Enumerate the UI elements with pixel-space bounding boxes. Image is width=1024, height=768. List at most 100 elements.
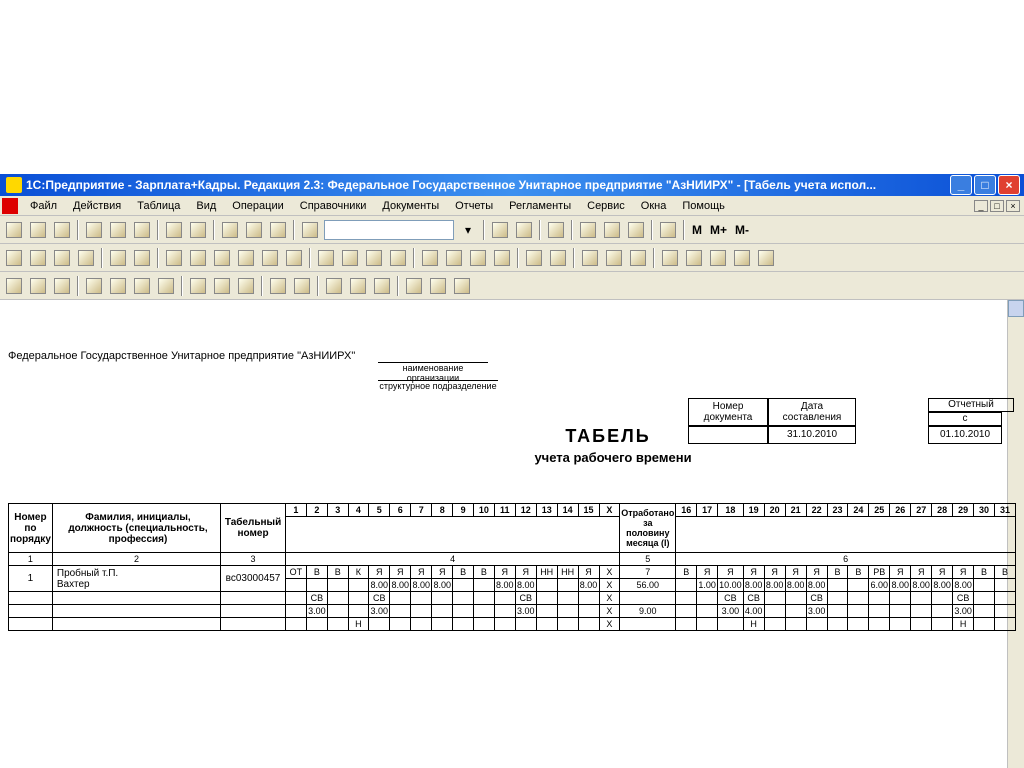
cell-day[interactable]: 3.00 (953, 605, 974, 618)
cell-day[interactable] (932, 605, 953, 618)
toolbar-button-tb2-8[interactable] (211, 247, 233, 269)
cell-day[interactable] (974, 579, 995, 592)
toolbar-button-tb2-28[interactable] (731, 247, 753, 269)
cell-day[interactable] (994, 605, 1015, 618)
toolbar-button-tb2-6[interactable] (163, 247, 185, 269)
toolbar-button-tb3-8[interactable] (211, 275, 233, 297)
cell-day[interactable]: СВ (953, 592, 974, 605)
toolbar-button-tb2-1[interactable] (27, 247, 49, 269)
cell-day[interactable]: Я (890, 566, 911, 579)
toolbar-button-tb2-23[interactable] (603, 247, 625, 269)
cell-day[interactable]: Я (390, 566, 411, 579)
cell-day[interactable] (494, 618, 515, 631)
cell-day[interactable] (890, 605, 911, 618)
cell-day[interactable] (390, 592, 411, 605)
cell-day[interactable] (911, 592, 932, 605)
cell-day[interactable] (327, 579, 348, 592)
cell-day[interactable] (473, 579, 494, 592)
toolbar-button-tb2-19[interactable] (491, 247, 513, 269)
cell-day[interactable] (911, 618, 932, 631)
cell-day[interactable] (557, 605, 578, 618)
toolbar-button-tb3-9[interactable] (235, 275, 257, 297)
cell-day[interactable] (285, 605, 306, 618)
toolbar-button-tb2-29[interactable] (755, 247, 777, 269)
cell-day[interactable] (390, 605, 411, 618)
toolbar-button-tb2-15[interactable] (387, 247, 409, 269)
cell-day[interactable] (578, 592, 599, 605)
cell-day[interactable]: Н (953, 618, 974, 631)
paste-icon[interactable] (131, 219, 153, 241)
cell-day[interactable] (676, 605, 697, 618)
cell-day[interactable] (306, 618, 327, 631)
cell-day[interactable]: 3.00 (515, 605, 536, 618)
open-icon[interactable] (27, 219, 49, 241)
toolbar-button-tb2-22[interactable] (579, 247, 601, 269)
cell-day[interactable] (536, 618, 557, 631)
menu-сервис[interactable]: Сервис (579, 198, 633, 214)
cell-day[interactable]: В (473, 566, 494, 579)
cell-day[interactable]: Я (432, 566, 453, 579)
cell-day[interactable]: 6.00 (869, 579, 890, 592)
cell-day[interactable] (785, 618, 806, 631)
cell-day[interactable]: 8.00 (390, 579, 411, 592)
cell-day[interactable] (848, 579, 869, 592)
toolbar-button-tb2-21[interactable] (547, 247, 569, 269)
toolbar-button-tb3-2[interactable] (51, 275, 73, 297)
toolbar-button-tb3-7[interactable] (187, 275, 209, 297)
cell-day[interactable] (348, 592, 369, 605)
cell-day[interactable]: 8.00 (578, 579, 599, 592)
cell-day[interactable] (285, 618, 306, 631)
cell-day[interactable] (411, 605, 432, 618)
cell-day[interactable]: К (348, 566, 369, 579)
menu-документы[interactable]: Документы (374, 198, 447, 214)
toolbar-button-tb2-11[interactable] (283, 247, 305, 269)
cell-day[interactable] (848, 592, 869, 605)
toolbar-button-tb2-16[interactable] (419, 247, 441, 269)
cell-day[interactable] (974, 618, 995, 631)
toolbar-button-tb2-24[interactable] (627, 247, 649, 269)
cell-day[interactable] (473, 592, 494, 605)
mdi-max-button[interactable]: □ (990, 200, 1004, 212)
toolbar-button-tb2-17[interactable] (443, 247, 465, 269)
cell-day[interactable]: Я (515, 566, 536, 579)
cell-day[interactable] (453, 579, 474, 592)
cell-day[interactable] (306, 579, 327, 592)
toolbar-button-tb3-10[interactable] (267, 275, 289, 297)
cell-day[interactable]: X (599, 579, 620, 592)
cell-day[interactable]: 4.00 (743, 605, 764, 618)
menu-таблица[interactable]: Таблица (129, 198, 188, 214)
cell-day[interactable] (994, 618, 1015, 631)
menu-вид[interactable]: Вид (188, 198, 224, 214)
cell-day[interactable] (869, 605, 890, 618)
cell-day[interactable]: 8.00 (432, 579, 453, 592)
cell-day[interactable] (785, 605, 806, 618)
cell-day[interactable] (932, 592, 953, 605)
toolbar-button-tb3-6[interactable] (155, 275, 177, 297)
cell-day[interactable]: Н (348, 618, 369, 631)
cell-day[interactable]: 10.00 (718, 579, 744, 592)
cell-day[interactable] (827, 618, 848, 631)
cell-day[interactable] (285, 592, 306, 605)
cell-day[interactable]: 8.00 (411, 579, 432, 592)
cell-day[interactable] (697, 618, 718, 631)
cell-day[interactable]: НН (536, 566, 557, 579)
cell-day[interactable]: Я (718, 566, 744, 579)
memory-mminus-button[interactable]: M- (731, 223, 753, 237)
cell-day[interactable]: В (848, 566, 869, 579)
memory-mplus-button[interactable]: M+ (706, 223, 731, 237)
cell-day[interactable] (285, 579, 306, 592)
cell-day[interactable]: ОТ (285, 566, 306, 579)
toolbar-button-tb2-3[interactable] (75, 247, 97, 269)
cell-day[interactable]: 8.00 (890, 579, 911, 592)
cell-day[interactable]: Н (743, 618, 764, 631)
cell-day[interactable]: СВ (743, 592, 764, 605)
cell-day[interactable] (557, 592, 578, 605)
cell-day[interactable]: 8.00 (743, 579, 764, 592)
cell-day[interactable]: СВ (515, 592, 536, 605)
cell-day[interactable]: Я (953, 566, 974, 579)
calc-icon[interactable] (577, 219, 599, 241)
cell-day[interactable]: Я (806, 566, 827, 579)
cell-day[interactable]: Я (697, 566, 718, 579)
cell-day[interactable]: 8.00 (911, 579, 932, 592)
toolbar-button-tb2-18[interactable] (467, 247, 489, 269)
